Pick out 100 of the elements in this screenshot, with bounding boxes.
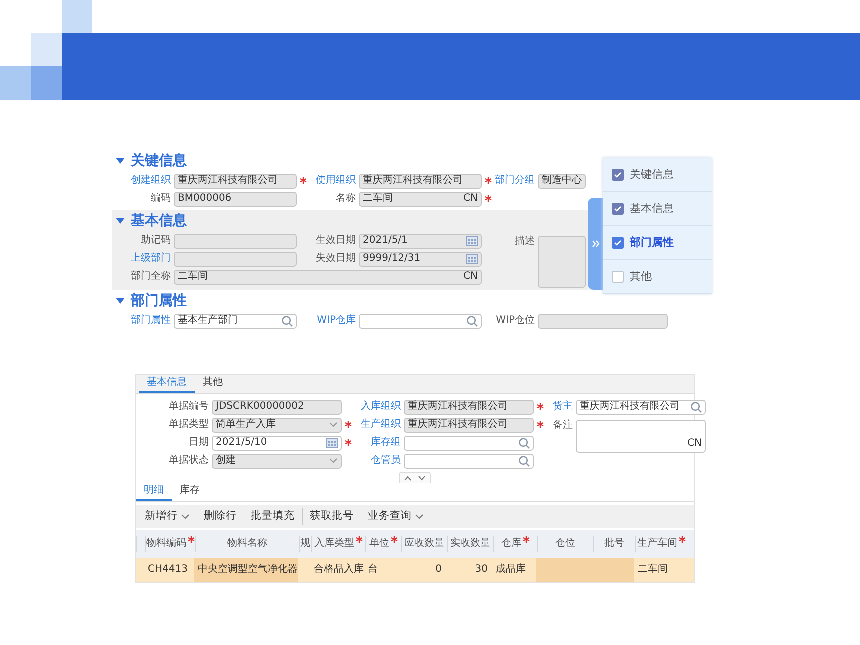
toolbar-button[interactable]: 新增行	[138, 508, 197, 525]
table-cell-text: 30	[474, 563, 489, 577]
field-label: 单据类型	[168, 419, 210, 431]
column-header[interactable]: 应收数量	[401, 536, 447, 552]
required-icon	[344, 420, 352, 428]
field-label: 创建组织	[130, 175, 172, 187]
search-field[interactable]	[359, 314, 482, 328]
required-icon	[484, 194, 492, 202]
caret-down-icon[interactable]	[116, 218, 125, 224]
search-icon	[519, 456, 530, 466]
tab[interactable]: 库存	[172, 485, 208, 501]
search-field[interactable]	[404, 454, 534, 468]
chevron-down-icon	[418, 476, 426, 480]
search-field[interactable]: 重庆两江科技有限公司	[576, 400, 706, 414]
search-icon	[467, 316, 478, 326]
field-label: 上级部门	[130, 253, 172, 265]
chevron-down-icon	[415, 514, 424, 520]
search-field[interactable]: 基本生产部门	[174, 314, 297, 328]
collapse-tab[interactable]	[588, 198, 603, 290]
checkbox-label[interactable]: 其他	[630, 270, 652, 284]
text-field[interactable]: 重庆两江科技有限公司	[404, 418, 534, 432]
search-field[interactable]	[404, 436, 534, 450]
collapse-handle[interactable]	[399, 472, 431, 483]
text-field[interactable]	[174, 252, 297, 266]
field-label: 单据编号	[168, 401, 210, 413]
required-icon	[536, 402, 544, 410]
column-header[interactable]: 物料编码	[145, 536, 195, 552]
tab[interactable]: 其他	[195, 377, 231, 393]
field-label: 仓管员	[370, 455, 402, 467]
text-field[interactable]: 制造中心	[538, 174, 586, 188]
field-label: WIP仓库	[316, 315, 357, 327]
section-title: 关键信息	[131, 152, 187, 170]
column-header[interactable]: 生产车间	[635, 536, 687, 552]
text-field[interactable]: 二车间 CN	[359, 192, 482, 206]
check-icon	[614, 240, 622, 246]
field-label: 日期	[188, 437, 210, 449]
field-label: 助记码	[140, 235, 172, 247]
field-label: 库存组	[370, 437, 402, 449]
tab[interactable]: 明细	[136, 485, 172, 501]
field-label: 编码	[150, 193, 172, 205]
field-label: 备注	[552, 420, 574, 432]
text-field[interactable]	[538, 314, 668, 328]
chevron-down-icon	[329, 422, 338, 428]
column-header[interactable]: 规	[299, 536, 311, 552]
required-icon	[344, 438, 352, 446]
text-field[interactable]	[174, 234, 297, 248]
required-icon	[484, 176, 492, 184]
required-icon	[390, 536, 398, 543]
required-icon	[188, 536, 194, 543]
table-cell-text: 成品库	[495, 562, 527, 577]
text-field[interactable]: 重庆两江科技有限公司	[359, 174, 482, 188]
table-cell-text: 台	[367, 562, 379, 577]
field-label: 部门分组	[494, 175, 536, 187]
field-label: 部门属性	[130, 315, 172, 327]
toolbar-button[interactable]: 业务查询	[361, 508, 431, 525]
section-title: 基本信息	[131, 212, 187, 230]
field-label: 入库组织	[360, 401, 402, 413]
text-field[interactable]: 重庆两江科技有限公司	[174, 174, 297, 188]
date-field[interactable]: 2021/5/1	[359, 234, 482, 248]
column-header[interactable]: 实收数量	[447, 536, 493, 552]
text-field[interactable]: JDSCRK00000002	[212, 400, 342, 414]
tab[interactable]: 基本信息	[139, 377, 195, 393]
caret-down-icon[interactable]	[116, 298, 125, 304]
checkbox[interactable]	[612, 270, 624, 282]
dropdown-field[interactable]: 简单生产入库	[212, 418, 342, 432]
checkbox[interactable]	[612, 236, 624, 248]
field-label: 失效日期	[315, 253, 357, 265]
text-field[interactable]: 重庆两江科技有限公司	[404, 400, 534, 414]
toolbar-button[interactable]: 批量填充	[244, 508, 302, 525]
column-header[interactable]: 仓位	[537, 536, 593, 552]
chevron-down-icon	[329, 458, 338, 464]
table-cell-text: CH4413	[147, 563, 189, 577]
required-icon	[536, 420, 544, 428]
checkbox-label[interactable]: 部门属性	[630, 236, 674, 250]
date-field[interactable]: 2021/5/10	[212, 436, 342, 450]
calendar-icon	[466, 236, 478, 246]
text-area[interactable]: CN	[576, 420, 706, 453]
column-header[interactable]: 批号	[593, 536, 635, 552]
column-header[interactable]: 物料名称	[195, 536, 299, 552]
caret-down-icon[interactable]	[116, 158, 125, 164]
table-cell: 中央空调型空气净化器	[194, 558, 298, 582]
column-header[interactable]: 仓库	[493, 536, 537, 552]
toolbar-button[interactable]: 获取批号	[303, 508, 361, 525]
required-icon	[522, 536, 530, 543]
chevron-up-icon	[404, 476, 412, 480]
dropdown-field[interactable]: 创建	[212, 454, 342, 468]
text-field[interactable]: 二车间 CN	[174, 270, 482, 284]
check-icon	[614, 206, 622, 212]
toolbar-button[interactable]: 删除行	[197, 508, 244, 525]
column-header[interactable]: 单位	[365, 536, 401, 552]
column-header[interactable]: 入库类型	[311, 536, 365, 552]
text-area[interactable]	[538, 236, 586, 288]
calendar-icon	[466, 254, 478, 264]
text-field[interactable]: BM000006	[174, 192, 297, 206]
search-icon	[282, 316, 293, 326]
date-field[interactable]: 9999/12/31	[359, 252, 482, 266]
required-icon	[356, 536, 362, 543]
field-label: 使用组织	[315, 175, 357, 187]
field-label: 生产组织	[360, 419, 402, 431]
field-label: WIP仓位	[495, 315, 536, 327]
